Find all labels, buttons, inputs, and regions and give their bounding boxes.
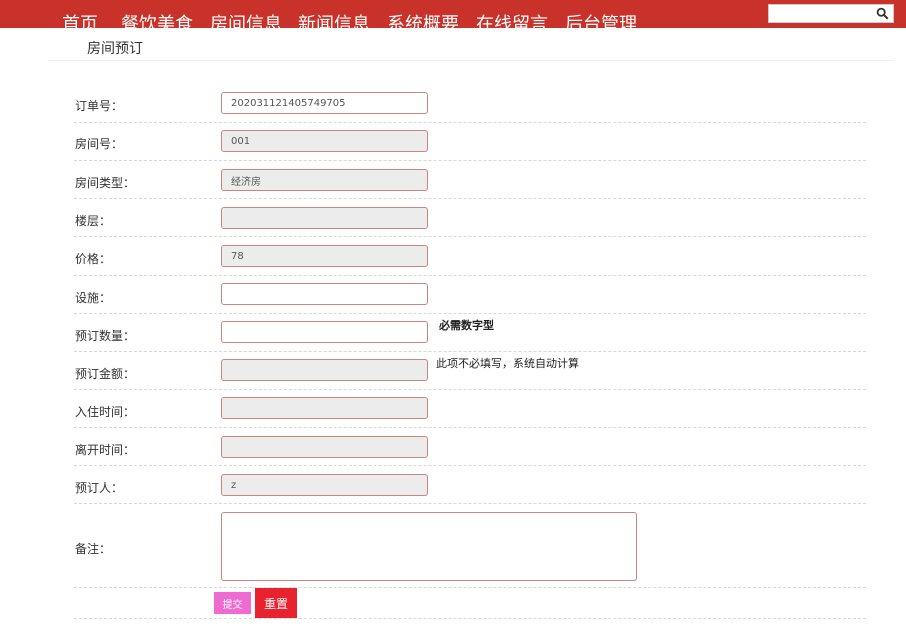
nav-item-dining[interactable]: 餐饮美食 xyxy=(121,9,193,28)
label-checkout-time: 离开时间： xyxy=(75,443,136,457)
label-room-number: 房间号： xyxy=(75,137,124,151)
row-divider xyxy=(74,236,866,237)
page-title: 房间预订 xyxy=(87,41,143,57)
nav-item-about[interactable]: 系统概要 xyxy=(387,9,459,28)
memo-textarea[interactable] xyxy=(221,512,637,581)
label-quantity: 预订数量： xyxy=(75,329,136,343)
row-divider xyxy=(74,160,866,161)
amount-hint: 此项不必填写，系统自动计算 xyxy=(436,357,579,370)
row-divider xyxy=(74,351,866,352)
room-type-input[interactable] xyxy=(221,169,428,191)
room-number-input[interactable] xyxy=(221,130,428,152)
price-input[interactable] xyxy=(221,245,428,267)
row-divider xyxy=(74,198,866,199)
title-divider xyxy=(48,60,894,61)
nav-item-home[interactable]: 首页 xyxy=(62,9,98,28)
label-checkin-time: 入住时间： xyxy=(75,405,136,419)
search-icon[interactable] xyxy=(876,7,889,20)
row-divider xyxy=(74,465,866,466)
top-nav-bar: 首页 餐饮美食 房间信息 新闻信息 系统概要 在线留言 后台管理 xyxy=(0,0,906,28)
label-order-number: 订单号： xyxy=(75,99,124,113)
order-number-input[interactable] xyxy=(221,92,428,114)
quantity-input[interactable] xyxy=(221,321,428,343)
row-divider xyxy=(74,587,866,588)
nav-item-messages[interactable]: 在线留言 xyxy=(476,9,548,28)
nav-item-admin[interactable]: 后台管理 xyxy=(565,9,637,28)
reset-button[interactable]: 重置 xyxy=(255,588,297,618)
row-divider xyxy=(74,122,866,123)
amount-input[interactable] xyxy=(221,359,428,381)
label-amount: 预订金额： xyxy=(75,367,136,381)
row-divider xyxy=(74,275,866,276)
label-memo: 备注： xyxy=(75,542,112,556)
label-booker: 预订人： xyxy=(75,481,124,495)
search-box xyxy=(768,4,894,23)
label-floor: 楼层： xyxy=(75,214,112,228)
nav-item-rooms[interactable]: 房间信息 xyxy=(210,9,282,28)
search-input[interactable] xyxy=(769,5,881,22)
label-facilities: 设施： xyxy=(75,291,112,305)
label-price: 价格： xyxy=(75,252,112,266)
row-divider xyxy=(74,618,866,619)
label-room-type: 房间类型： xyxy=(75,176,136,190)
row-divider xyxy=(74,427,866,428)
booker-input[interactable] xyxy=(221,474,428,496)
facilities-input[interactable] xyxy=(221,283,428,305)
row-divider xyxy=(74,503,866,504)
nav-item-news[interactable]: 新闻信息 xyxy=(298,9,370,28)
quantity-hint: 必需数字型 xyxy=(439,319,494,332)
submit-button[interactable]: 提交 xyxy=(214,592,251,614)
checkout-time-input[interactable] xyxy=(221,436,428,458)
row-divider xyxy=(74,389,866,390)
floor-input[interactable] xyxy=(221,207,428,229)
checkin-time-input[interactable] xyxy=(221,397,428,419)
row-divider xyxy=(74,313,866,314)
